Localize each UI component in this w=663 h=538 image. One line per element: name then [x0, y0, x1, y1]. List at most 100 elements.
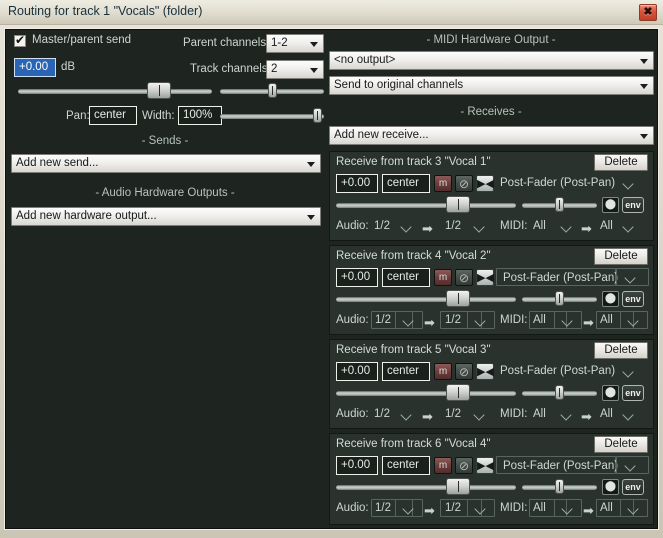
midi-hardware-output-section-title: - MIDI Hardware Output - [426, 34, 556, 46]
envelope-button[interactable]: env [622, 291, 644, 307]
midi-din-icon: ⬤ [604, 481, 617, 492]
mono-stereo-button[interactable]: ▶◀ [476, 269, 494, 286]
midi-dest-chevron-down-icon[interactable] [622, 409, 635, 422]
audio-source-chevron-down-icon[interactable] [402, 503, 415, 516]
audio-source-chevron-down-icon[interactable] [402, 315, 415, 328]
midi-source-chevron-down-icon[interactable] [560, 409, 573, 422]
delete-receive-button[interactable]: Delete [594, 248, 648, 265]
mono-stereo-button[interactable]: ▶◀ [476, 457, 494, 474]
receive-volume-slider[interactable] [336, 478, 516, 496]
receive-pan-field[interactable]: center [382, 268, 430, 287]
midi-dest-chevron-down-icon[interactable] [627, 315, 640, 328]
master-parent-send-label: Master/parent send [32, 34, 132, 46]
receive-pan-slider[interactable] [522, 196, 597, 214]
receive-pan-field[interactable]: center [382, 456, 430, 475]
add-new-send-select[interactable]: Add new send... [11, 154, 321, 173]
midi-output-select[interactable]: <no output> [329, 51, 654, 70]
phase-invert-button[interactable]: ⊘ [455, 363, 473, 380]
mono-stereo-button[interactable]: ▶◀ [476, 175, 494, 192]
parent-channels-select[interactable]: 1-2 [266, 34, 324, 53]
audio-dest-chevron-down-icon[interactable] [474, 315, 487, 328]
audio-source-chevron-down-icon[interactable] [400, 221, 413, 234]
delete-receive-button[interactable]: Delete [594, 436, 648, 453]
sends-section-title: - Sends - [141, 135, 189, 147]
send-mode-chevron-down-icon[interactable] [624, 460, 637, 473]
receive-volume-slider[interactable] [336, 196, 516, 214]
receive-volume-slider[interactable] [336, 384, 516, 402]
send-mode-box[interactable]: Post-Fader (Post-Pan) [496, 268, 618, 286]
width-field[interactable]: 100% [178, 106, 222, 125]
slider-thumb[interactable] [555, 385, 564, 400]
receive-volume-slider[interactable] [336, 290, 516, 308]
receive-pan-slider[interactable] [522, 290, 597, 308]
add-new-send-value: Add new send... [16, 157, 99, 169]
audio-dest-chevron-down-icon[interactable] [473, 409, 486, 422]
midi-source-value: All [533, 314, 546, 326]
add-new-hardware-output-select[interactable]: Add new hardware output... [11, 207, 321, 226]
volume-field[interactable]: +0.00 [14, 58, 56, 77]
send-mode-chevron-down-icon[interactable] [622, 178, 635, 191]
receive-header: Receive from track 5 "Vocal 3" [336, 344, 491, 356]
phase-invert-button[interactable]: ⊘ [455, 269, 473, 286]
midi-source-chevron-down-icon[interactable] [560, 221, 573, 234]
pan-slider[interactable] [220, 82, 324, 100]
phase-invert-button[interactable]: ⊘ [455, 457, 473, 474]
slider-thumb[interactable] [313, 108, 322, 123]
midi-source-value: All [533, 502, 546, 514]
midi-source-chevron-down-icon[interactable] [561, 503, 574, 516]
add-new-receive-select[interactable]: Add new receive... [329, 126, 654, 145]
receive-volume-field[interactable]: +0.00 [336, 456, 378, 475]
receive-pan-field[interactable]: center [382, 362, 430, 381]
master-parent-send-checkbox[interactable] [14, 33, 26, 47]
delete-receive-button[interactable]: Delete [594, 342, 648, 359]
midi-dest-chevron-down-icon[interactable] [627, 503, 640, 516]
width-slider[interactable] [220, 107, 324, 125]
receive-volume-field[interactable]: +0.00 [336, 174, 378, 193]
midi-source-chevron-down-icon[interactable] [561, 315, 574, 328]
slider-thumb[interactable] [555, 479, 564, 494]
slider-thumb[interactable] [555, 197, 564, 212]
mute-icon-button[interactable]: m [434, 269, 452, 286]
slider-thumb[interactable] [446, 290, 470, 307]
track-channels-select[interactable]: 2 [266, 60, 324, 79]
delete-label: Delete [604, 438, 638, 450]
midi-din-icon-button[interactable]: ⬤ [602, 291, 619, 307]
envelope-button[interactable]: env [622, 197, 644, 213]
slider-thumb[interactable] [555, 291, 564, 306]
send-mode-chevron-down-icon[interactable] [624, 272, 637, 285]
send-mode-chevron-down-icon[interactable] [622, 366, 635, 379]
slider-thumb[interactable] [446, 196, 470, 213]
delete-label: Delete [604, 250, 638, 262]
phase-invert-button[interactable]: ⊘ [455, 175, 473, 192]
pan-field[interactable]: center [89, 106, 137, 125]
receive-volume-field[interactable]: +0.00 [336, 362, 378, 381]
delete-receive-button[interactable]: Delete [594, 154, 648, 171]
slider-thumb[interactable] [446, 478, 470, 495]
audio-source-chevron-down-icon[interactable] [400, 409, 413, 422]
slider-thumb[interactable] [268, 83, 277, 98]
send-mode-box[interactable]: Post-Fader (Post-Pan) [496, 456, 618, 474]
mono-stereo-button[interactable]: ▶◀ [476, 363, 494, 380]
envelope-button[interactable]: env [622, 479, 644, 495]
midi-routing-label: MIDI: [500, 502, 528, 514]
slider-track [336, 485, 516, 490]
midi-dest-chevron-down-icon[interactable] [622, 221, 635, 234]
envelope-button[interactable]: env [622, 385, 644, 401]
slider-thumb[interactable] [446, 384, 470, 401]
midi-din-icon-button[interactable]: ⬤ [602, 385, 619, 401]
receive-pan-field[interactable]: center [382, 174, 430, 193]
close-button[interactable]: ✖ [639, 4, 657, 21]
mute-icon-button[interactable]: m [434, 363, 452, 380]
midi-channels-select[interactable]: Send to original channels [329, 76, 654, 95]
midi-din-icon-button[interactable]: ⬤ [602, 479, 619, 495]
receive-volume-field[interactable]: +0.00 [336, 268, 378, 287]
receive-pan-slider[interactable] [522, 478, 597, 496]
volume-slider[interactable] [18, 82, 212, 100]
receive-pan-slider[interactable] [522, 384, 597, 402]
mute-icon-button[interactable]: m [434, 175, 452, 192]
mute-icon-button[interactable]: m [434, 457, 452, 474]
audio-dest-chevron-down-icon[interactable] [473, 221, 486, 234]
midi-din-icon-button[interactable]: ⬤ [602, 197, 619, 213]
audio-dest-chevron-down-icon[interactable] [474, 503, 487, 516]
slider-thumb[interactable] [147, 82, 171, 99]
